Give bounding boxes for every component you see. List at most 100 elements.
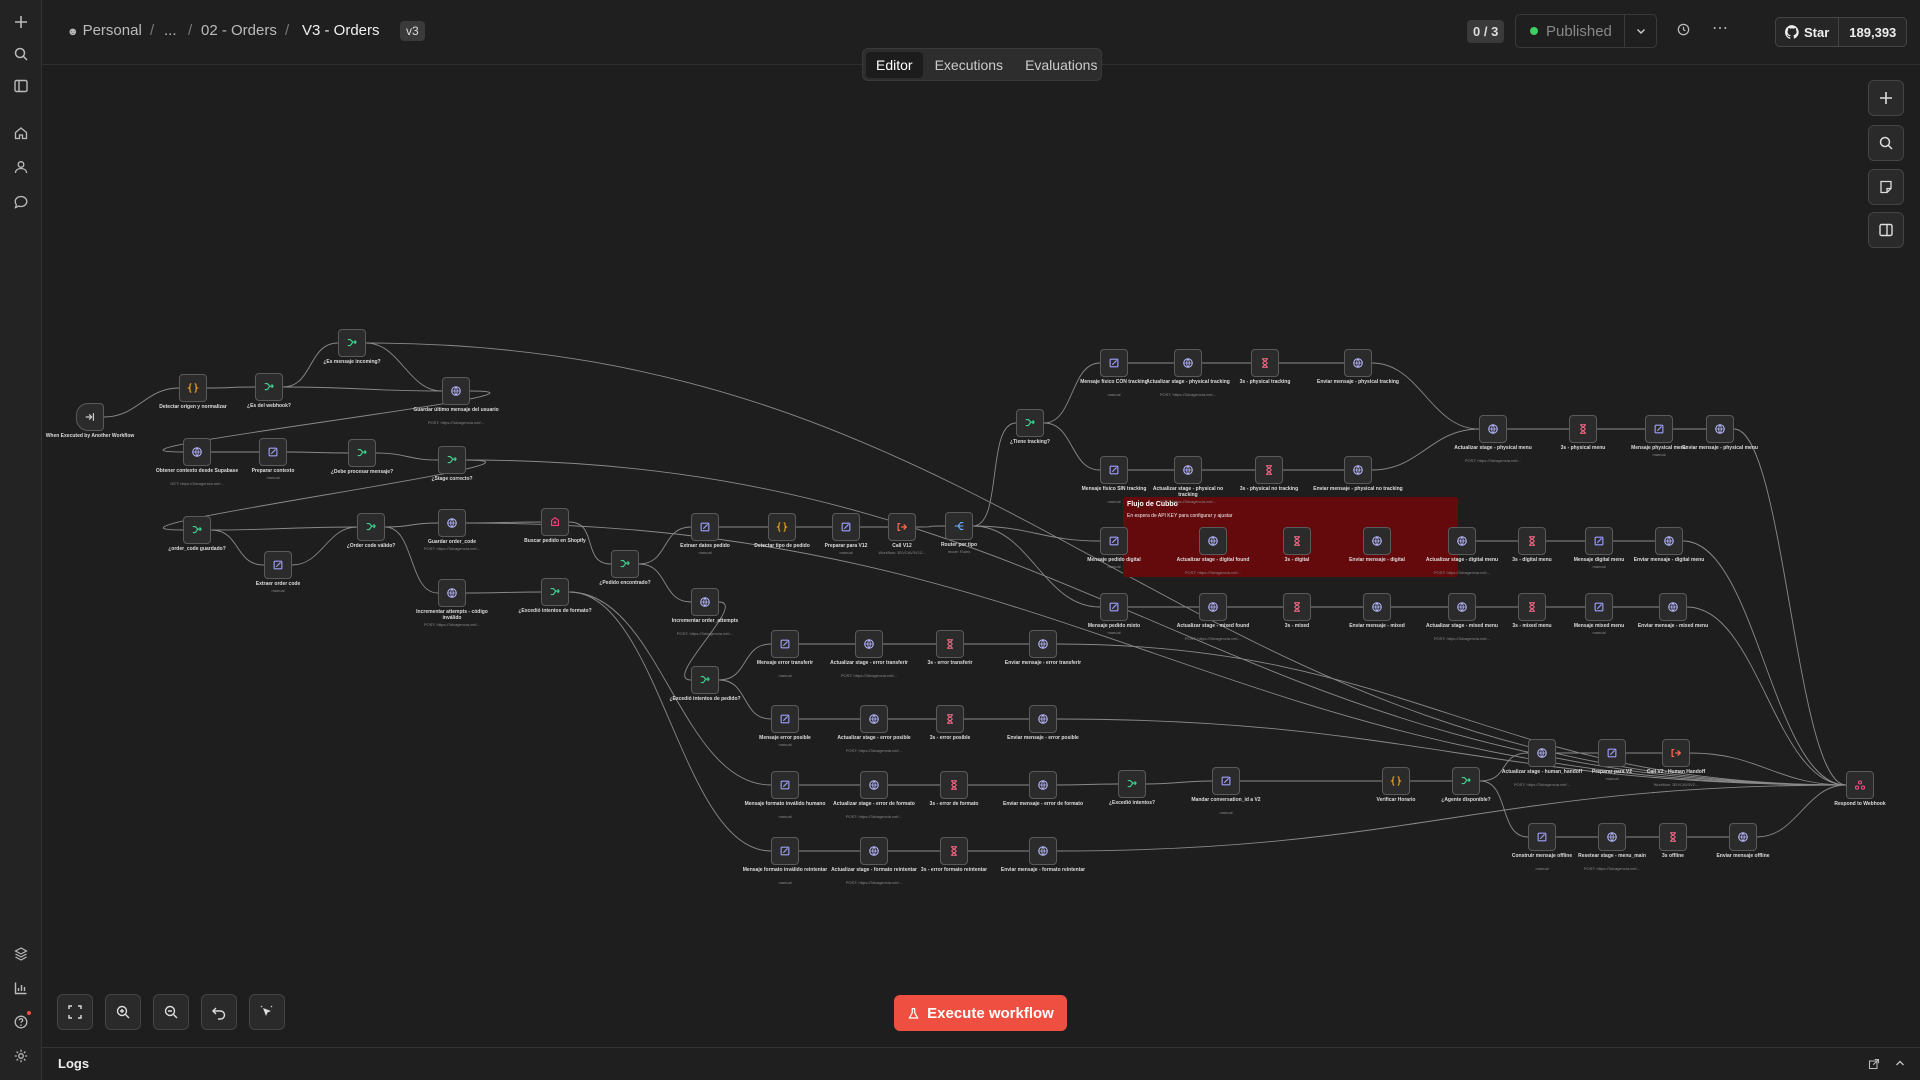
workflow-node[interactable] [1344,349,1372,377]
publish-dropdown[interactable] [1625,14,1657,48]
workflow-node[interactable] [936,705,964,733]
chat-icon[interactable] [9,190,32,213]
workflow-node[interactable] [1199,527,1227,555]
workflow-node[interactable] [691,513,719,541]
workflow-node[interactable] [860,771,888,799]
workflow-node[interactable] [1255,456,1283,484]
workflow-node[interactable] [1518,527,1546,555]
connection[interactable] [384,526,439,594]
connection[interactable] [465,591,542,594]
workflow-node[interactable] [438,509,466,537]
workflow-node[interactable] [1585,527,1613,555]
connection[interactable] [103,387,180,418]
connection[interactable] [1682,540,1847,786]
workflow-canvas[interactable]: Flujo de Cubbo En espera de API KEY para… [42,65,1920,1047]
tidy-up-button[interactable] [249,994,285,1030]
workflow-node[interactable] [1174,349,1202,377]
workflow-node[interactable] [1706,415,1734,443]
workflow-node[interactable] [259,438,287,466]
workflow-node[interactable] [1029,837,1057,865]
connection[interactable] [1056,643,1847,786]
workflow-node[interactable] [1528,739,1556,767]
search-icon[interactable] [9,42,32,65]
plus-icon[interactable] [9,10,32,33]
connection[interactable] [1043,422,1101,471]
insights-icon[interactable] [9,976,32,999]
connection[interactable] [365,342,443,392]
connection[interactable] [286,451,349,454]
connection[interactable] [375,452,439,461]
workflow-node[interactable] [541,508,569,536]
help-icon[interactable] [9,1010,32,1033]
workflow-node[interactable] [1585,593,1613,621]
connection[interactable] [282,342,339,388]
connection[interactable] [915,525,946,528]
workflow-node[interactable] [1100,349,1128,377]
connection[interactable] [1056,784,1847,852]
workflow-node[interactable] [940,771,968,799]
workflow-node[interactable] [1251,349,1279,377]
workflow-node[interactable] [691,666,719,694]
workflow-node[interactable] [1344,456,1372,484]
workflow-node[interactable] [1659,823,1687,851]
workflow-node[interactable] [771,837,799,865]
workflow-node[interactable] [860,837,888,865]
workflow-node[interactable] [338,329,366,357]
connection[interactable] [1056,783,1119,786]
fit-view-button[interactable] [57,994,93,1030]
workflow-node[interactable] [1118,770,1146,798]
connection[interactable] [1371,362,1480,430]
workflow-node[interactable] [771,705,799,733]
workflow-node[interactable] [945,512,973,540]
panel-icon[interactable] [9,74,32,97]
connection[interactable] [972,525,1101,542]
workflow-node[interactable] [832,513,860,541]
workflow-node[interactable] [860,705,888,733]
workflow-node[interactable] [1212,767,1240,795]
popout-icon[interactable] [1868,1057,1880,1075]
workflow-node[interactable] [348,439,376,467]
workflow-node[interactable] [541,578,569,606]
workflow-node[interactable] [1598,739,1626,767]
workflow-node[interactable] [1100,527,1128,555]
user-icon[interactable] [9,155,32,178]
connection[interactable] [210,526,358,531]
publish-button[interactable]: Published [1515,14,1625,48]
workflow-node[interactable] [1452,767,1480,795]
workflow-node[interactable] [1518,593,1546,621]
workflow-node[interactable] [1846,771,1874,799]
workflow-node[interactable] [183,438,211,466]
workflow-node[interactable] [1448,593,1476,621]
connection[interactable] [1686,606,1847,786]
workflow-node[interactable] [255,373,283,401]
github-star-button[interactable]: Star 189,393 [1775,17,1908,47]
workflow-node[interactable] [1569,415,1597,443]
workflow-node[interactable] [1100,593,1128,621]
undo-button[interactable] [201,994,237,1030]
workflow-node[interactable] [1448,527,1476,555]
workflow-node[interactable] [264,551,292,579]
connection[interactable] [384,522,439,528]
templates-icon[interactable] [9,942,32,965]
workflow-node[interactable] [438,446,466,474]
workflow-node[interactable] [1029,771,1057,799]
search-nodes-button[interactable] [1868,125,1904,161]
connection[interactable] [282,386,443,392]
workflow-node[interactable] [1100,456,1128,484]
workflow-node[interactable] [1645,415,1673,443]
workflow-node[interactable] [888,513,916,541]
workflow-node[interactable] [1174,456,1202,484]
chevron-up-icon[interactable] [1894,1056,1906,1074]
workflow-node[interactable] [1528,823,1556,851]
more-options-icon[interactable]: ⋯ [1712,18,1728,38]
workflow-node[interactable] [76,403,104,431]
connection[interactable] [1145,780,1213,785]
history-icon[interactable] [1676,22,1691,40]
workflow-node[interactable] [1479,415,1507,443]
workflow-node[interactable] [768,513,796,541]
workflow-node[interactable] [179,374,207,402]
workflow-node[interactable] [1729,823,1757,851]
workflow-node[interactable] [691,588,719,616]
execute-workflow-button[interactable]: Execute workflow [894,995,1067,1031]
connection[interactable] [206,386,256,389]
